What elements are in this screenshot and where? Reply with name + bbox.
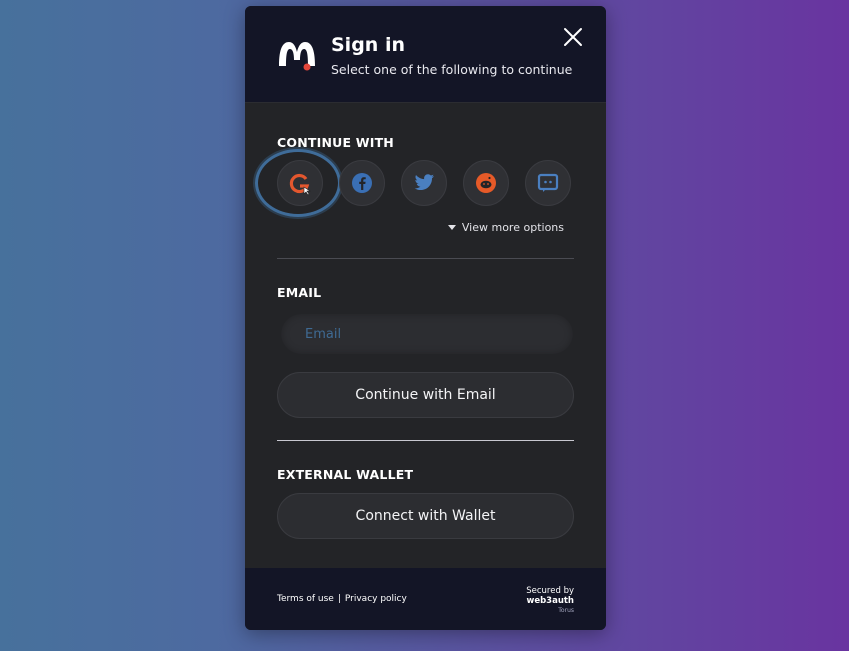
twitter-login-button[interactable] bbox=[401, 160, 447, 206]
modal-subtitle: Select one of the following to continue bbox=[331, 62, 573, 77]
reddit-login-button[interactable] bbox=[463, 160, 509, 206]
divider bbox=[277, 258, 574, 259]
view-more-label: View more options bbox=[461, 221, 564, 234]
footer-links: Terms of use | Privacy policy bbox=[277, 594, 407, 604]
modal-header: Sign in Select one of the following to c… bbox=[245, 6, 606, 103]
secured-by-label: Secured by bbox=[526, 586, 574, 596]
modal-title: Sign in bbox=[331, 34, 405, 56]
google-icon bbox=[289, 173, 311, 196]
twitter-icon bbox=[414, 174, 435, 191]
privacy-policy-link[interactable]: Privacy policy bbox=[345, 594, 407, 604]
facebook-icon bbox=[352, 173, 372, 193]
continue-with-email-button[interactable]: Continue with Email bbox=[277, 372, 574, 418]
secured-by-badge: Secured by web3auth Torus bbox=[526, 586, 574, 616]
social-login-row bbox=[277, 160, 577, 206]
reddit-icon bbox=[476, 173, 496, 193]
google-login-button[interactable] bbox=[277, 160, 323, 206]
discord-login-button[interactable] bbox=[525, 160, 571, 206]
footer-separator: | bbox=[337, 594, 341, 604]
modal-footer: Terms of use | Privacy policy Secured by w… bbox=[245, 568, 606, 630]
continue-with-label: CONTINUE WITH bbox=[277, 135, 394, 150]
view-more-options-link[interactable]: View more options bbox=[447, 221, 564, 234]
close-icon[interactable] bbox=[562, 26, 584, 48]
sign-in-modal: Sign in Select one of the following to c… bbox=[245, 6, 606, 630]
external-wallet-label: EXTERNAL WALLET bbox=[277, 467, 414, 482]
email-label: EMAIL bbox=[277, 285, 322, 300]
facebook-login-button[interactable] bbox=[339, 160, 385, 206]
email-input[interactable] bbox=[281, 314, 573, 354]
connect-with-wallet-button[interactable]: Connect with Wallet bbox=[277, 493, 574, 539]
app-logo-icon bbox=[279, 42, 315, 71]
terms-of-use-link[interactable]: Terms of use bbox=[277, 594, 334, 604]
divider bbox=[277, 440, 574, 441]
torus-brand: Torus bbox=[558, 607, 574, 614]
caret-down-icon bbox=[447, 224, 456, 230]
web3auth-brand: web3auth bbox=[526, 596, 574, 606]
discord-icon bbox=[537, 173, 559, 192]
